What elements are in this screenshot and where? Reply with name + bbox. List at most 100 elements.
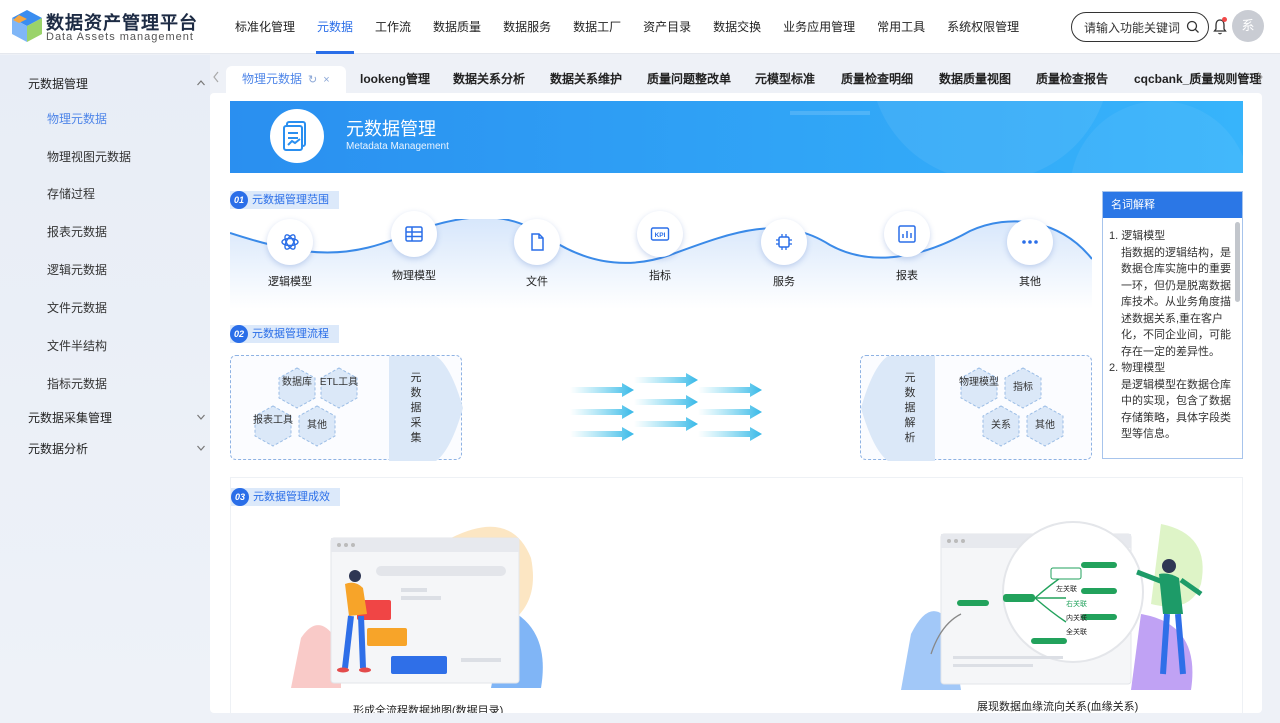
sidebar-item-indicator-metadata[interactable]: 指标元数据 (47, 375, 107, 392)
section-number: 02 (230, 325, 248, 343)
section-number: 03 (231, 488, 249, 506)
glossary-panel: 名词解释 1. 逻辑模型 指数据的逻辑结构，是数据仓库实施中的重要一环，但仍是脱… (1102, 191, 1243, 459)
report-chart-icon (898, 225, 916, 243)
search-input[interactable] (1084, 19, 1184, 37)
lineage-illustration (901, 521, 1203, 690)
tab-physical-metadata[interactable]: 物理元数据 ↻ × (226, 66, 346, 93)
source-report-tool: 报表工具 (253, 415, 293, 426)
sidebar-item-stored-procedure[interactable]: 存储过程 (47, 185, 95, 202)
chevron-down-icon[interactable] (196, 412, 206, 422)
nav-common-tools[interactable]: 常用工具 (866, 0, 936, 54)
glossary-body: 1. 逻辑模型 指数据的逻辑结构，是数据仓库实施中的重要一环，但仍是脱离数据库技… (1109, 228, 1233, 443)
sidebar-item-report-metadata[interactable]: 报表元数据 (47, 223, 107, 240)
mindmap-label-inner-join: 内关联 (1066, 615, 1087, 622)
search-icon[interactable] (1186, 20, 1200, 34)
data-map-illustration (291, 526, 543, 688)
source-other: 其他 (307, 420, 327, 431)
result-right-caption: 展现数据血缘流向关系(血缘关系) (977, 701, 1139, 713)
scope-node-service[interactable] (761, 219, 807, 265)
nav-data-factory[interactable]: 数据工厂 (562, 0, 632, 54)
tab-data-quality-view[interactable]: 数据质量视图 (939, 66, 1011, 93)
banner-logo (270, 109, 324, 163)
mindmap-label-left-join: 左关联 (1056, 586, 1077, 593)
flow-diagram: 数据库 ETL工具 报表工具 其他 元数据采集 元数据解析 物理模型 指标 关系… (230, 355, 1092, 461)
nav-asset-catalog[interactable]: 资产目录 (632, 0, 702, 54)
search-box (1071, 12, 1209, 42)
avatar[interactable]: 系 (1232, 10, 1264, 42)
chevron-down-icon[interactable] (196, 443, 206, 453)
scope-node-other[interactable] (1007, 219, 1053, 265)
chevron-left-icon[interactable] (212, 71, 220, 83)
nav-standardization[interactable]: 标准化管理 (224, 0, 306, 54)
nav-data-service[interactable]: 数据服务 (492, 0, 562, 54)
chevron-right-icon[interactable] (1256, 71, 1264, 83)
section-flow-label: 02 元数据管理流程 (230, 325, 339, 343)
result-panel: 03 元数据管理成效 形成全流程数据地图(数据目录) 展现数据血缘流向关系(血缘… (230, 477, 1243, 713)
scope-diagram: 逻辑模型 物理模型 文件 KPI 指标 服务 报表 其他 (230, 189, 1092, 329)
refresh-icon[interactable]: ↻ (308, 74, 317, 86)
tab-quality-rule-management[interactable]: cqcbank_质量规则管理 (1134, 66, 1261, 93)
nav-business-app[interactable]: 业务应用管理 (772, 0, 866, 54)
tab-data-relation-maintenance[interactable]: 数据关系维护 (550, 66, 622, 93)
scope-label: 逻辑模型 (268, 276, 312, 288)
nav-data-exchange[interactable]: 数据交换 (702, 0, 772, 54)
tab-data-relation-analysis[interactable]: 数据关系分析 (453, 66, 525, 93)
section-title: 元数据管理流程 (252, 328, 329, 340)
scope-label: 指标 (649, 270, 671, 282)
tab-meta-model-standard[interactable]: 元模型标准 (755, 66, 815, 93)
tab-lookeng[interactable]: lookeng管理 (360, 66, 430, 93)
tab-bar: 物理元数据 ↻ × lookeng管理 数据关系分析 数据关系维护 质量问题整改单 … (210, 63, 1280, 93)
sidebar-item-physical-view-metadata[interactable]: 物理视图元数据 (47, 148, 131, 165)
nav-system-permission[interactable]: 系统权限管理 (936, 0, 1030, 54)
nav-data-quality[interactable]: 数据质量 (422, 0, 492, 54)
notification-dot (1222, 17, 1227, 22)
scope-label: 文件 (526, 276, 548, 288)
banner-title: 元数据管理 (346, 119, 436, 139)
scope-node-file[interactable] (514, 219, 560, 265)
sidebar-item-file-metadata[interactable]: 文件元数据 (47, 299, 107, 316)
content-card: 元数据管理 Metadata Management 01 元数据管理范围 逻辑模… (210, 93, 1262, 713)
result-left-caption: 形成全流程数据地图(数据目录) (353, 705, 504, 713)
sidebar-group-metadata-management[interactable]: 元数据管理 (28, 75, 88, 92)
glossary-title: 名词解释 (1103, 192, 1242, 218)
section-title: 元数据管理成效 (253, 491, 330, 503)
nav-workflow[interactable]: 工作流 (364, 0, 422, 54)
tab-label: 物理元数据 (242, 72, 303, 86)
scope-node-physical-model[interactable] (391, 211, 437, 257)
scope-label: 其他 (1019, 276, 1041, 288)
scope-node-indicator[interactable]: KPI (637, 211, 683, 257)
target-physical-model: 物理模型 (959, 377, 999, 388)
mindmap-label-right-join: 右关联 (1066, 601, 1087, 608)
table-icon (405, 226, 423, 242)
glossary-scrollbar[interactable] (1235, 222, 1240, 302)
kpi-icon: KPI (650, 227, 670, 241)
sidebar-item-logical-metadata[interactable]: 逻辑元数据 (47, 261, 107, 278)
glossary-desc: 指数据的逻辑结构，是数据仓库实施中的重要一环，但仍是脱离数据库技术。从业务角度描… (1121, 246, 1231, 358)
sidebar-item-physical-metadata[interactable]: 物理元数据 (47, 110, 107, 127)
nav-metadata[interactable]: 元数据 (306, 0, 364, 54)
scope-label: 服务 (773, 276, 795, 288)
source-hexagons (254, 356, 463, 461)
glossary-term: 1. 逻辑模型 (1109, 230, 1166, 242)
sidebar-group-metadata-analysis[interactable]: 元数据分析 (28, 440, 88, 457)
sidebar-item-file-semi-structured[interactable]: 文件半结构 (47, 337, 107, 354)
close-icon[interactable]: × (323, 74, 329, 86)
file-icon (531, 233, 544, 251)
target-other: 其他 (1035, 420, 1055, 431)
flow-arrows (570, 373, 762, 441)
target-box: 元数据解析 物理模型 指标 关系 其他 (860, 355, 1092, 461)
main-nav: 标准化管理 元数据 工作流 数据质量 数据服务 数据工厂 资产目录 数据交换 业… (224, 0, 1030, 54)
chevron-up-icon[interactable] (196, 78, 206, 88)
target-indicator: 指标 (1013, 382, 1033, 393)
scope-node-logical-model[interactable] (267, 219, 313, 265)
tab-quality-check-detail[interactable]: 质量检查明细 (841, 66, 913, 93)
sidebar-group-metadata-collection[interactable]: 元数据采集管理 (28, 409, 112, 426)
tab-quality-check-report[interactable]: 质量检查报告 (1036, 66, 1108, 93)
collect-label: 元数据采集 (410, 372, 422, 444)
source-box: 数据库 ETL工具 报表工具 其他 元数据采集 (230, 355, 463, 461)
banner-subtitle: Metadata Management (346, 141, 449, 152)
tab-quality-issue-rectification[interactable]: 质量问题整改单 (647, 66, 731, 93)
banner: 元数据管理 Metadata Management (230, 101, 1243, 173)
scope-label: 报表 (896, 270, 918, 282)
scope-node-report[interactable] (884, 211, 930, 257)
